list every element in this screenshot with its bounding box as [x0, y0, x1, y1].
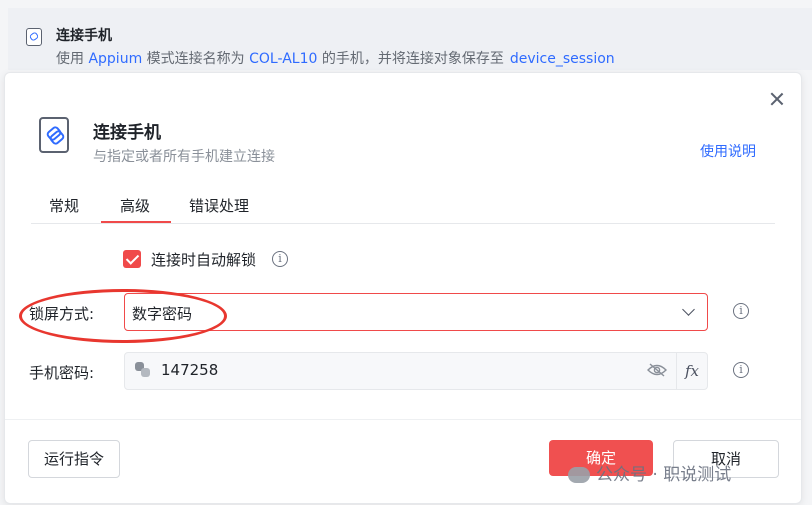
eye-off-icon[interactable] — [647, 363, 667, 377]
password-value: 147258 — [161, 361, 219, 379]
watermark-text: 公众号 · 职说测试 — [596, 465, 732, 485]
password-label: 手机密码: — [29, 364, 95, 382]
footer-divider — [5, 419, 801, 420]
auto-unlock-checkbox[interactable] — [123, 250, 141, 268]
watermark: 公众号 · 职说测试 — [568, 460, 731, 485]
phone-link-icon — [39, 117, 69, 153]
info-icon[interactable]: i — [733, 303, 749, 319]
device-name: COL-AL10 — [249, 51, 318, 67]
chevron-down-icon — [682, 303, 695, 316]
tab-general[interactable]: 常规 — [49, 195, 79, 216]
wechat-icon — [568, 467, 590, 483]
background-step-description: 使用 Appium 模式连接名称为 COL-AL10 的手机，并将连接对象保存至… — [56, 48, 615, 68]
info-icon[interactable]: i — [733, 362, 749, 378]
active-tab-indicator — [101, 221, 171, 223]
desc-mid: 模式连接名称为 — [142, 51, 250, 67]
desc-prefix: 使用 — [56, 51, 89, 67]
close-icon[interactable] — [769, 91, 785, 107]
annotation-circle — [19, 289, 227, 343]
connect-phone-dialog: 连接手机 与指定或者所有手机建立连接 使用说明 常规 高级 错误处理 连接时自动… — [4, 72, 802, 504]
run-command-button[interactable]: 运行指令 — [28, 440, 120, 478]
help-link[interactable]: 使用说明 — [700, 141, 756, 161]
dialog-subtitle: 与指定或者所有手机建立连接 — [93, 149, 275, 165]
phone-link-icon — [26, 28, 42, 46]
background-step-title: 连接手机 — [56, 28, 112, 44]
tab-bar: 常规 高级 错误处理 — [31, 193, 775, 224]
background-step-card[interactable]: 连接手机 使用 Appium 模式连接名称为 COL-AL10 的手机，并将连接… — [8, 8, 812, 70]
desc-suffix: 的手机，并将连接对象保存至 — [317, 51, 504, 67]
save-variable: device_session — [509, 51, 615, 67]
fx-button[interactable]: fx — [676, 353, 707, 389]
dialog-title: 连接手机 — [93, 123, 161, 143]
python-icon — [135, 362, 151, 378]
auto-unlock-label: 连接时自动解锁 — [151, 251, 257, 269]
password-input[interactable]: 147258 fx — [124, 352, 708, 390]
tab-advanced[interactable]: 高级 — [120, 195, 150, 216]
mode-name: Appium — [88, 51, 143, 67]
info-icon[interactable]: i — [272, 251, 288, 267]
tab-error-handling[interactable]: 错误处理 — [189, 195, 249, 216]
